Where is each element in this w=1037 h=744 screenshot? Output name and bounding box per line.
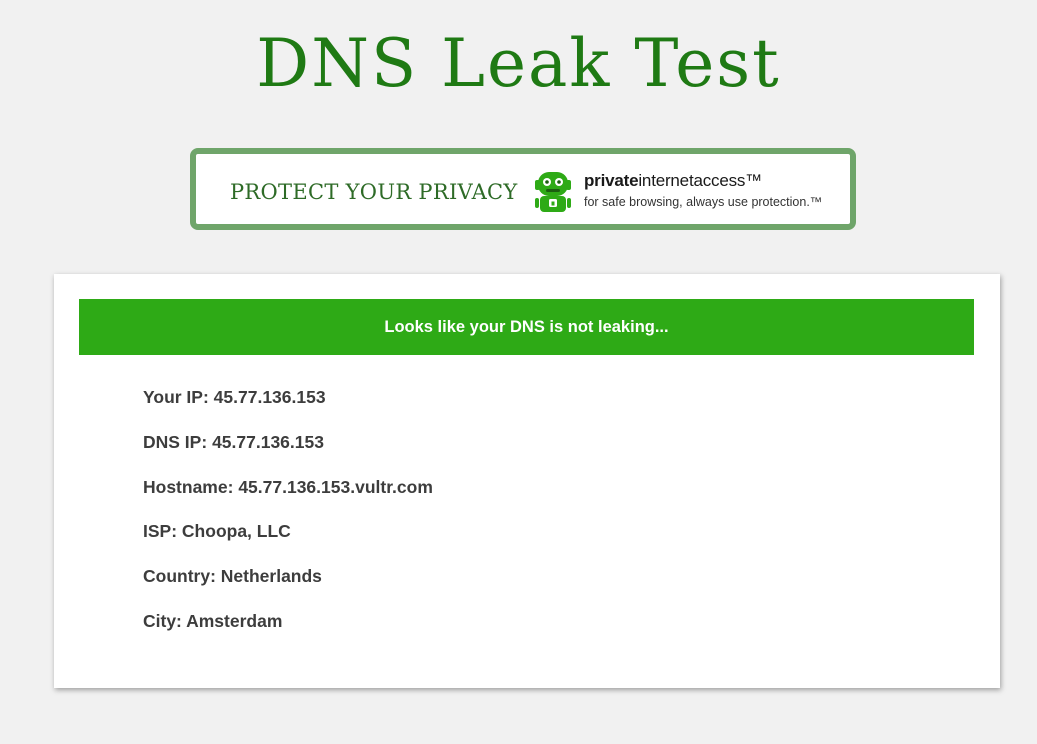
detail-label: Country: — [143, 566, 216, 587]
pia-brand-name: privateinternetaccess™ — [584, 171, 762, 191]
detail-label: DNS IP: — [143, 431, 208, 452]
pia-ad-banner[interactable]: PROTECT YOUR PRIVACY privateinternetacce… — [190, 148, 856, 230]
detail-label: ISP: — [143, 521, 178, 542]
banner-headline: PROTECT YOUR PRIVACY — [230, 180, 518, 204]
page-title: DNS Leak Test — [256, 25, 781, 102]
detail-dns-ip: DNS IP: 45.77.136.153 — [143, 432, 433, 477]
detail-label: City: — [143, 610, 182, 631]
detail-isp: ISP: Choopa, LLC — [143, 521, 433, 566]
detail-country: Country: Netherlands — [143, 566, 433, 611]
status-banner: Looks like your DNS is not leaking... — [79, 299, 974, 355]
detail-label: Your IP: — [143, 387, 209, 407]
detail-your-ip: Your IP: 45.77.136.153 — [143, 387, 433, 432]
detail-value: Netherlands — [220, 566, 322, 587]
pia-robot-icon — [532, 168, 574, 214]
detail-hostname: Hostname: 45.77.136.153.vultr.com — [143, 477, 433, 522]
detail-label: Hostname: — [143, 476, 234, 497]
detail-city: City: Amsterdam — [143, 611, 433, 656]
detail-value: Choopa, LLC — [181, 521, 291, 542]
detail-value: 45.77.136.153 — [213, 387, 326, 407]
detail-value: Amsterdam — [186, 610, 283, 631]
pia-tagline: for safe browsing, always use protection… — [584, 195, 823, 209]
detail-value: 45.77.136.153.vultr.com — [238, 476, 433, 497]
detail-value: 45.77.136.153 — [212, 431, 324, 452]
result-card: Looks like your DNS is not leaking... Yo… — [54, 274, 1000, 688]
brand-regular-part: internetaccess — [638, 171, 746, 190]
brand-bold-part: private — [584, 171, 639, 190]
brand-trademark: ™ — [745, 171, 762, 190]
connection-details: Your IP: 45.77.136.153 DNS IP: 45.77.136… — [143, 387, 433, 656]
